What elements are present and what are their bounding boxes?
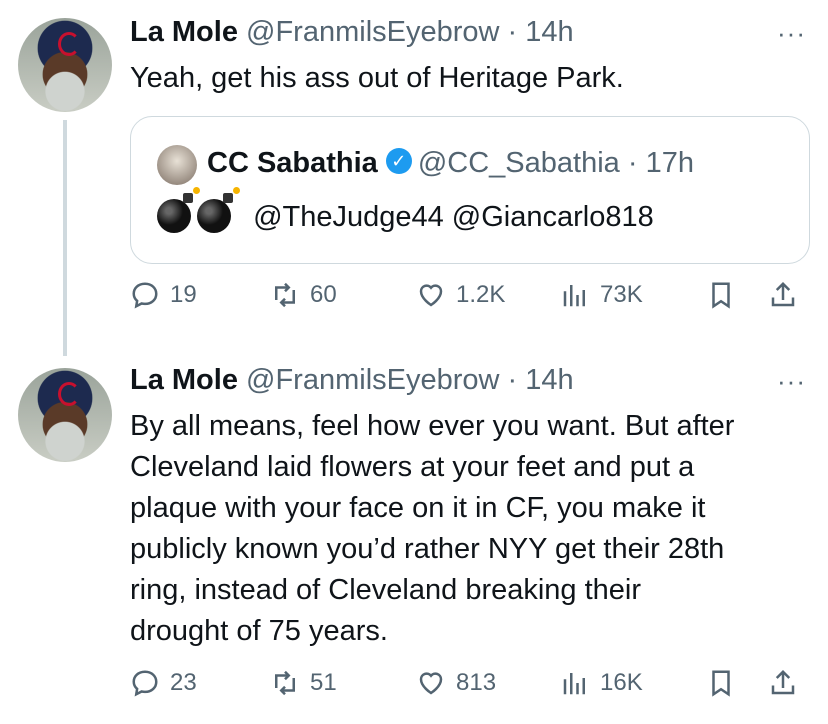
author-handle[interactable]: @CC_Sabathia <box>418 147 620 179</box>
avatar[interactable] <box>157 145 197 185</box>
tweet-1[interactable]: La Mole @FranmilsEyebrow · 14h ··· Yeah,… <box>0 0 828 356</box>
like-icon <box>419 672 443 695</box>
bomb-emoji-icon <box>157 187 200 234</box>
text-line: publicly known you’d rather NYY get thei… <box>130 533 725 565</box>
bookmark-icon <box>712 282 730 309</box>
avatar[interactable] <box>18 18 112 112</box>
reply-button[interactable]: 19 <box>130 280 197 310</box>
timestamp[interactable]: 14h <box>525 364 573 396</box>
timestamp[interactable]: 14h <box>525 16 573 48</box>
author-handle[interactable]: @FranmilsEyebrow <box>246 364 499 396</box>
cap-logo-icon <box>58 382 80 406</box>
author-handle[interactable]: @FranmilsEyebrow <box>246 16 499 48</box>
retweet-count: 60 <box>310 281 337 308</box>
tweet-2[interactable]: La Mole @FranmilsEyebrow · 14h ··· By al… <box>0 360 828 724</box>
share-button[interactable] <box>768 668 808 698</box>
text-line: By all means, feel how ever you want. Bu… <box>130 410 735 442</box>
bookmark-button[interactable] <box>706 280 746 310</box>
separator: · <box>499 16 526 48</box>
tweet-header: La Mole @FranmilsEyebrow · 14h <box>130 364 574 397</box>
retweet-icon <box>275 282 295 308</box>
action-bar: 19 60 1.2K 73K <box>130 280 810 320</box>
author-name[interactable]: La Mole <box>130 364 238 396</box>
author-name[interactable]: La Mole <box>130 16 238 48</box>
retweet-count: 51 <box>310 669 337 696</box>
tweet-header: La Mole @FranmilsEyebrow · 14h <box>130 16 574 49</box>
bookmark-button[interactable] <box>706 668 746 698</box>
view-count: 16K <box>600 669 643 696</box>
like-count: 813 <box>456 669 497 696</box>
views-button[interactable]: 16K <box>560 668 643 698</box>
share-button[interactable] <box>768 280 808 310</box>
like-button[interactable]: 813 <box>416 668 496 698</box>
text-line: ring, instead of Cleveland breaking thei… <box>130 574 642 606</box>
timestamp[interactable]: 17h <box>646 147 694 179</box>
tweet-text: By all means, feel how ever you want. Bu… <box>130 406 734 652</box>
reply-icon <box>132 282 158 309</box>
quote-header: CC Sabathia ✓ @CC_Sabathia · 17h <box>207 147 694 180</box>
reply-icon <box>132 670 158 697</box>
more-options-button[interactable]: ··· <box>777 18 806 49</box>
separator: · <box>499 364 526 396</box>
like-icon <box>419 284 443 307</box>
text-line: Cleveland laid flowers at your feet and … <box>130 451 695 483</box>
retweet-button[interactable]: 60 <box>270 280 337 310</box>
text-line: plaque with your face on it in CF, you m… <box>130 492 706 524</box>
reply-count: 19 <box>170 281 197 308</box>
avatar[interactable] <box>18 368 112 462</box>
author-name[interactable]: CC Sabathia <box>207 147 378 179</box>
separator: · <box>619 147 646 179</box>
views-button[interactable]: 73K <box>560 280 643 310</box>
view-count: 73K <box>600 281 643 308</box>
views-icon <box>563 285 585 307</box>
more-options-button[interactable]: ··· <box>777 366 806 397</box>
text-line: drought of 75 years. <box>130 615 388 647</box>
reply-count: 23 <box>170 669 197 696</box>
views-icon <box>563 673 585 695</box>
quote-text: @TheJudge44 @Giancarlo818 <box>157 187 654 235</box>
like-button[interactable]: 1.2K <box>416 280 505 310</box>
mentions[interactable]: @TheJudge44 @Giancarlo818 <box>253 201 654 233</box>
action-bar: 23 51 813 16K <box>130 668 810 708</box>
tweet-text: Yeah, get his ass out of Heritage Park. <box>130 62 624 94</box>
share-icon <box>771 281 795 307</box>
verified-badge-icon: ✓ <box>385 148 412 175</box>
retweet-icon <box>275 670 295 696</box>
like-count: 1.2K <box>456 281 506 308</box>
bomb-emoji-icon <box>197 187 240 234</box>
reply-button[interactable]: 23 <box>130 668 197 698</box>
quoted-tweet[interactable]: CC Sabathia ✓ @CC_Sabathia · 17h @TheJudge… <box>130 116 810 264</box>
cap-logo-icon <box>58 32 80 56</box>
thread-line <box>63 120 67 356</box>
bookmark-icon <box>712 670 730 697</box>
retweet-button[interactable]: 51 <box>270 668 337 698</box>
share-icon <box>771 669 795 695</box>
